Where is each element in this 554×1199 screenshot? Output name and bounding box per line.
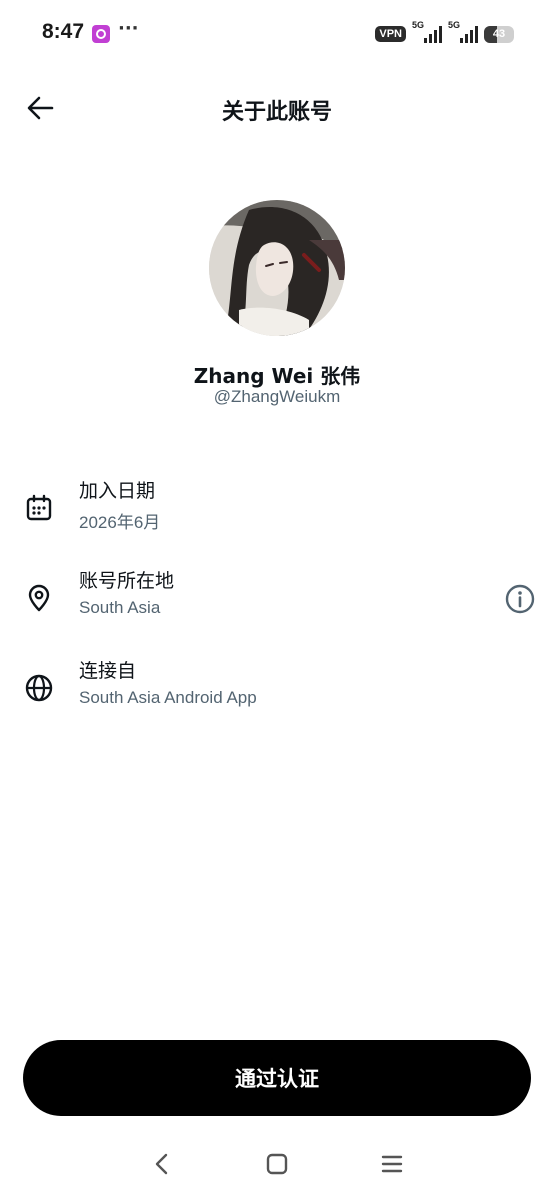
info-circle-icon[interactable] xyxy=(502,581,538,617)
globe-icon xyxy=(22,671,56,705)
menu-lines-icon[interactable] xyxy=(372,1148,412,1180)
status-indicators: VPN 5G 5G 43 xyxy=(375,20,514,46)
info-label-account-location: 账号所在地 xyxy=(79,570,175,592)
sim1-network: 5G xyxy=(412,20,425,30)
info-row-connected-via: 连接自 South Asia Android App xyxy=(0,656,554,726)
info-row-account-location: 账号所在地 South Asia xyxy=(0,566,554,636)
username: @ZhangWeiukm xyxy=(213,387,341,406)
camera-app-icon xyxy=(92,25,110,43)
display-name: Zhang Wei 张伟 xyxy=(193,364,361,388)
battery-level: 43 xyxy=(492,27,506,40)
signal-sim2-icon: 5G xyxy=(448,20,478,45)
system-nav-bar xyxy=(0,1140,554,1188)
vpn-badge: VPN xyxy=(375,26,406,42)
info-row-join-date: 加入日期 2026年6月 xyxy=(0,476,554,546)
status-time: 8:47 xyxy=(42,20,85,43)
header: 关于此账号 xyxy=(0,80,554,140)
info-value-account-location: South Asia xyxy=(79,598,161,617)
page-title: 关于此账号 xyxy=(221,100,332,125)
chevron-left-icon[interactable] xyxy=(142,1148,182,1180)
info-value-connected-via: South Asia Android App xyxy=(79,688,257,707)
calendar-icon xyxy=(22,491,56,525)
location-pin-icon xyxy=(22,581,56,615)
status-overflow: ··· xyxy=(118,18,139,39)
status-bar: 8:47 ··· VPN 5G 5G 43 xyxy=(0,0,554,70)
battery-icon: 43 xyxy=(484,25,514,43)
avatar[interactable] xyxy=(209,200,345,336)
info-label-connected-via: 连接自 xyxy=(79,660,137,682)
verify-button[interactable]: 通过认证 xyxy=(23,1040,531,1116)
info-value-join-date: 2026年6月 xyxy=(79,513,161,532)
square-icon[interactable] xyxy=(257,1148,297,1180)
info-label-join-date: 加入日期 xyxy=(79,480,156,502)
signal-sim1-icon: 5G xyxy=(412,20,442,45)
avatar-illustration xyxy=(209,200,345,336)
sim2-network: 5G xyxy=(448,20,461,30)
